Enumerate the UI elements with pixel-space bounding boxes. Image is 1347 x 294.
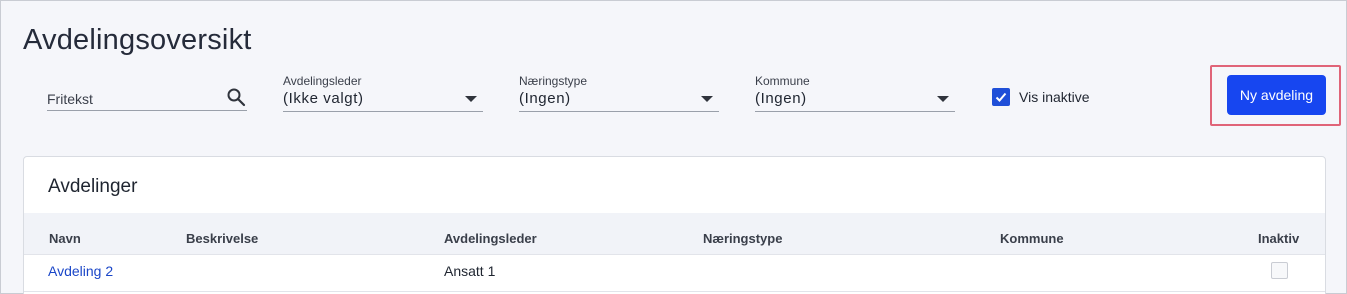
manager-select-label: Avdelingsleder <box>283 74 362 88</box>
panel-title: Avdelinger <box>48 176 138 197</box>
row-divider <box>24 291 1325 292</box>
inactive-checkbox[interactable] <box>1271 262 1288 279</box>
department-name-link[interactable]: Avdeling 2 <box>48 263 113 279</box>
column-header-industry[interactable]: Næringstype <box>703 231 782 246</box>
manager-select-value: (Ikke valgt) <box>283 90 364 107</box>
chevron-down-icon <box>701 96 713 102</box>
municipality-select-value: (Ingen) <box>755 90 807 107</box>
column-header-description[interactable]: Beskrivelse <box>186 231 258 246</box>
column-header-manager[interactable]: Avdelingsleder <box>444 231 537 246</box>
industry-select-value: (Ingen) <box>519 90 571 107</box>
municipality-select[interactable]: Kommune (Ingen) <box>755 74 955 112</box>
search-icon[interactable] <box>226 87 246 107</box>
show-inactive-label[interactable]: Vis inaktive <box>1019 89 1090 105</box>
column-header-name[interactable]: Navn <box>49 231 81 246</box>
municipality-select-label: Kommune <box>755 74 810 88</box>
industry-select-label: Næringstype <box>519 74 588 88</box>
column-header-municipality[interactable]: Kommune <box>1000 231 1064 246</box>
page-title: Avdelingsoversikt <box>23 24 252 56</box>
check-icon <box>995 92 1007 102</box>
manager-select[interactable]: Avdelingsleder (Ikke valgt) <box>283 74 483 112</box>
column-header-inactive[interactable]: Inaktiv <box>1258 231 1299 246</box>
industry-select[interactable]: Næringstype (Ingen) <box>519 74 719 112</box>
search-input[interactable] <box>47 83 247 111</box>
department-manager: Ansatt 1 <box>444 263 496 279</box>
chevron-down-icon <box>937 96 949 102</box>
new-department-button[interactable]: Ny avdeling <box>1227 75 1326 115</box>
show-inactive-checkbox[interactable] <box>992 88 1010 106</box>
chevron-down-icon <box>465 96 477 102</box>
departments-panel: Avdelinger Navn Beskrivelse Avdelingsled… <box>23 156 1326 294</box>
